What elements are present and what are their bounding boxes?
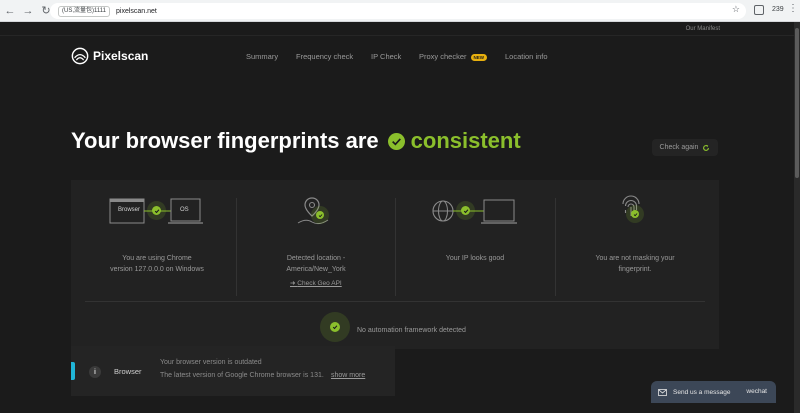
nav-location-info[interactable]: Location info	[505, 52, 548, 61]
logo[interactable]: Pixelscan	[71, 47, 148, 65]
browser-box-label: Browser	[118, 207, 141, 213]
page-title: Your browser fingerprints are consistent	[71, 128, 521, 154]
warning-label: Browser	[114, 367, 142, 376]
os-box-label: OS	[180, 207, 189, 213]
check-icon	[631, 210, 639, 218]
warning-subtitle: The latest version of Google Chrome brow…	[160, 372, 324, 379]
globe-laptop-illustration	[432, 199, 517, 224]
refresh-icon	[703, 144, 710, 151]
ip-status-text: Your IP looks good	[445, 255, 505, 262]
automation-status: No automation framework detected	[357, 327, 466, 334]
forward-icon[interactable]: →	[20, 3, 36, 19]
page: Our Manifest Pixelscan Summary Frequency…	[0, 22, 794, 413]
new-badge: NEW	[470, 53, 488, 61]
warning-edge	[71, 362, 75, 380]
browser-toolbar: ← → ↻ (US,流量包)1111 pixelscan.net ☆ 239 ⋮	[0, 0, 800, 22]
check-again-button[interactable]: Check again	[652, 139, 718, 156]
chat-widget[interactable]: Send us a message wechat	[651, 381, 776, 403]
extension-count[interactable]: 239	[772, 6, 784, 13]
location-text: Detected location - America/New_York	[286, 255, 346, 273]
masking-text: You are not masking your fingerprint.	[595, 255, 675, 273]
warning-title: Your browser version is outdated	[160, 359, 262, 366]
check-icon	[461, 206, 470, 215]
bookmark-star-icon[interactable]: ☆	[732, 4, 740, 15]
nav-summary[interactable]: Summary	[246, 52, 278, 61]
title-text: Your browser fingerprints are	[71, 128, 379, 153]
check-again-label: Check again	[659, 144, 699, 151]
check-geo-api-link[interactable]: ➜ Check Geo API	[290, 279, 350, 287]
check-circle-icon	[387, 132, 405, 150]
browser-menu-icon[interactable]: ⋮	[788, 3, 798, 14]
check-icon	[330, 322, 340, 332]
summary-card: Browser OS You are using Chrome version 1…	[71, 180, 719, 349]
url-text[interactable]: pixelscan.net	[116, 8, 157, 15]
divider	[85, 301, 705, 302]
nav-proxy-checker[interactable]: Proxy checker NEW	[419, 52, 488, 61]
scrollbar-thumb[interactable]	[795, 28, 799, 178]
extensions-icon[interactable]	[754, 5, 764, 15]
mail-icon	[658, 388, 667, 396]
manifest-link[interactable]: Our Manifest	[686, 26, 720, 32]
browser-version-text: You are using Chrome version 127.0.0.0 on…	[110, 255, 204, 273]
divider	[555, 198, 556, 296]
check-icon	[152, 206, 161, 215]
show-more-link[interactable]: show more	[331, 372, 365, 379]
divider	[395, 198, 396, 296]
nav-ip-check[interactable]: IP Check	[371, 52, 401, 61]
chat-brand: wechat	[746, 388, 767, 395]
back-icon[interactable]: ←	[2, 3, 18, 19]
check-icon	[316, 211, 324, 219]
profile-chip[interactable]: (US,流量包)1111	[58, 5, 111, 17]
info-icon: i	[89, 366, 101, 378]
divider	[236, 198, 237, 296]
screenshot: ← → ↻ (US,流量包)1111 pixelscan.net ☆ 239 ⋮…	[0, 0, 800, 413]
nav-frequency-check[interactable]: Frequency check	[296, 52, 353, 61]
logo-icon	[71, 47, 89, 65]
nav-proxy-checker-label: Proxy checker	[419, 52, 467, 61]
top-strip: Our Manifest	[0, 22, 794, 36]
status-text: consistent	[410, 128, 521, 153]
address-bar[interactable]: (US,流量包)1111 pixelscan.net ☆	[50, 3, 746, 19]
logo-text: Pixelscan	[93, 49, 149, 63]
chat-text: Send us a message	[673, 388, 731, 396]
